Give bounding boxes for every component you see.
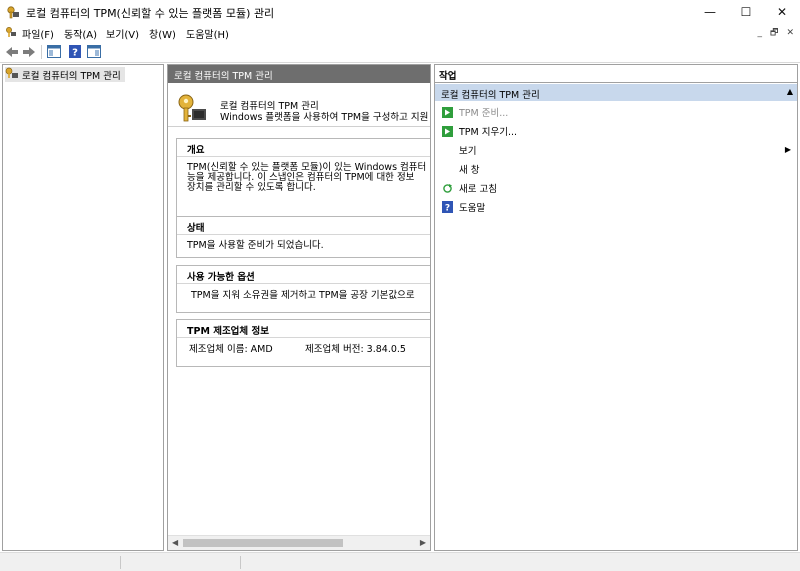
show-hide-tree-icon[interactable] — [46, 44, 62, 59]
collapse-up-icon[interactable]: ▲ — [787, 87, 793, 96]
menu-window[interactable]: 창(W) — [149, 26, 176, 41]
overview-line: 장치를 관리할 수 있도록 합니다. — [187, 182, 316, 193]
overview-body: TPM(신뢰할 수 있는 플랫폼 모듈)이 있는 Windows 컴퓨터 능을 … — [177, 157, 430, 197]
action-label: 보기 — [459, 146, 477, 157]
green-arrow-icon — [441, 125, 453, 137]
menu-action[interactable]: 동작(A) — [64, 26, 97, 41]
close-icon: ✕ — [776, 5, 788, 19]
manufacturer-body: 제조업체 이름: AMD 제조업체 버전: 3.84.0.5 — [177, 338, 430, 364]
actions-group-title: 로컬 컴퓨터의 TPM 관리 — [441, 90, 540, 101]
action-tpm-prepare[interactable]: TPM 준비... — [435, 103, 797, 121]
overview-title: 개요 — [177, 139, 430, 157]
options-text: TPM을 지워 소유권을 제거하고 TPM을 공장 기본값으로 — [191, 290, 415, 301]
result-pane-header: 로컬 컴퓨터의 TPM 관리 — [168, 65, 430, 83]
menu-bar: 파일(F) 동작(A) 보기(V) 창(W) 도움말(H) — [0, 24, 800, 41]
intro-banner: 로컬 컴퓨터의 TPM 관리 Windows 플랫폼을 사용하여 TPM을 구성… — [168, 85, 430, 127]
help-icon: ? — [441, 201, 453, 213]
green-arrow-icon — [441, 106, 453, 118]
action-new-window[interactable]: 새 창 — [435, 160, 797, 178]
action-label: TPM 준비... — [459, 108, 509, 119]
status-separator — [120, 556, 121, 569]
mdi-close-button[interactable]: ✕ — [786, 28, 794, 38]
status-separator — [240, 556, 241, 569]
action-tpm-clear[interactable]: TPM 지우기... — [435, 122, 797, 140]
menu-file[interactable]: 파일(F) — [22, 26, 54, 41]
back-arrow-icon[interactable] — [5, 44, 19, 59]
available-options-section: 사용 가능한 옵션 TPM을 지워 소유권을 제거하고 TPM을 공장 기본값으… — [176, 265, 430, 313]
manufacturer-title: TPM 제조업체 정보 — [177, 320, 430, 338]
action-help[interactable]: ? 도움말 — [435, 198, 797, 216]
tpm-key-icon — [5, 67, 19, 82]
title-bar: 로컬 컴퓨터의 TPM(신뢰할 수 있는 플랫폼 모듈) 관리 — ☐ ✕ — [0, 0, 800, 24]
mdi-restore-button[interactable]: 🗗 — [770, 25, 778, 41]
scroll-right-icon[interactable]: ▶ — [420, 538, 426, 547]
action-label: 도움말 — [459, 203, 486, 214]
action-refresh[interactable]: 새로 고침 — [435, 179, 797, 197]
intro-description: Windows 플랫폼을 사용하여 TPM을 구성하고 지원 — [220, 112, 429, 123]
svg-text:?: ? — [72, 48, 78, 59]
submenu-arrow-icon: ▶ — [784, 145, 791, 154]
help-icon[interactable]: ? — [69, 44, 81, 59]
refresh-icon — [441, 182, 453, 194]
horizontal-scrollbar[interactable]: ◀ ▶ — [168, 535, 430, 550]
minimize-button[interactable]: — — [692, 0, 728, 24]
console-tree-pane[interactable]: 로컬 컴퓨터의 TPM 관리 — [2, 64, 164, 551]
mdi-controls: _ 🗗 ✕ — [758, 24, 795, 41]
manufacturer-section: TPM 제조업체 정보 제조업체 이름: AMD 제조업체 버전: 3.84.0… — [176, 319, 430, 367]
action-label: 새로 고침 — [459, 184, 497, 195]
toolbar: ? — [0, 41, 800, 63]
minimize-icon: — — [704, 5, 716, 19]
maximize-icon: ☐ — [740, 5, 752, 19]
status-section: 상태 TPM을 사용할 준비가 되었습니다. — [176, 216, 430, 258]
menu-help[interactable]: 도움말(H) — [186, 26, 229, 41]
system-menu-icon[interactable] — [5, 26, 17, 38]
close-button[interactable]: ✕ — [764, 0, 800, 24]
forward-arrow-icon[interactable] — [22, 44, 36, 59]
actions-group-header[interactable]: 로컬 컴퓨터의 TPM 관리 ▲ — [435, 84, 797, 101]
tree-item-label: 로컬 컴퓨터의 TPM 관리 — [22, 70, 121, 82]
action-label: TPM 지우기... — [459, 127, 518, 138]
window-title: 로컬 컴퓨터의 TPM(신뢰할 수 있는 플랫폼 모듈) 관리 — [26, 7, 275, 20]
svg-text:?: ? — [444, 204, 449, 214]
toolbar-separator — [41, 45, 42, 59]
overview-section: 개요 TPM(신뢰할 수 있는 플랫폼 모듈)이 있는 Windows 컴퓨터 … — [176, 138, 430, 220]
result-pane-body: 로컬 컴퓨터의 TPM 관리 Windows 플랫폼을 사용하여 TPM을 구성… — [168, 83, 430, 533]
show-hide-action-pane-icon[interactable] — [86, 44, 102, 59]
status-bar — [0, 552, 800, 571]
mdi-minimize-button[interactable]: _ — [758, 28, 763, 38]
actions-pane: 작업 로컬 컴퓨터의 TPM 관리 ▲ TPM 준비... TPM 지우기...… — [434, 64, 798, 551]
manufacturer-version: 제조업체 버전: 3.84.0.5 — [305, 344, 406, 355]
action-view[interactable]: 보기 ▶ — [435, 141, 797, 159]
tree-item-tpm-management[interactable]: 로컬 컴퓨터의 TPM 관리 — [5, 67, 125, 82]
status-title: 상태 — [177, 217, 430, 235]
actions-header: 작업 — [435, 65, 797, 83]
scroll-left-icon[interactable]: ◀ — [172, 538, 178, 547]
tpm-large-icon — [176, 93, 208, 123]
maximize-button[interactable]: ☐ — [728, 0, 764, 24]
manufacturer-name: 제조업체 이름: AMD — [189, 344, 273, 355]
options-title: 사용 가능한 옵션 — [177, 266, 430, 284]
scrollbar-thumb[interactable] — [183, 539, 343, 547]
tpm-app-icon[interactable] — [6, 5, 20, 19]
menu-view[interactable]: 보기(V) — [106, 26, 139, 41]
action-label: 새 창 — [459, 165, 480, 176]
result-pane: 로컬 컴퓨터의 TPM 관리 로컬 컴퓨터의 TPM 관리 Windows 플랫… — [167, 64, 431, 551]
status-text: TPM을 사용할 준비가 되었습니다. — [187, 240, 324, 251]
